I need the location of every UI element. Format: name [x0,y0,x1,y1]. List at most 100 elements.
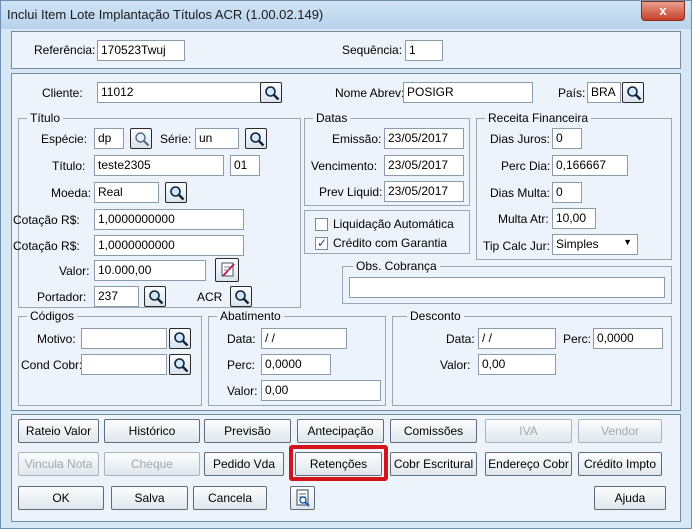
cliente-input[interactable]: 11012 [97,82,267,103]
abatimento-group-title: Abatimento [217,309,284,323]
datas-group-title: Datas [313,111,351,125]
endereco-cobr-button[interactable]: Endereço Cobr [485,452,572,476]
serie-search-button[interactable] [245,128,267,149]
multa-atr-input[interactable]: 10,00 [552,208,596,229]
abatimento-group: Abatimento Data: / / Perc: 0,0000 Valor:… [208,309,386,406]
abatimento-data-label: Data: [227,332,256,346]
cond-cobr-input[interactable] [81,354,167,375]
tip-calc-value: Simples [556,237,599,251]
prev-liquid-input[interactable]: 23/05/2017 [384,181,464,202]
cheque-button[interactable]: Cheque [104,452,200,476]
valor-input[interactable]: 10.000,00 [94,260,206,281]
emissao-input[interactable]: 23/05/2017 [384,128,464,149]
salva-button[interactable]: Salva [111,486,188,510]
perc-dia-label: Perc Dia: [501,159,551,173]
dias-juros-input[interactable]: 0 [552,128,582,149]
abatimento-data-input[interactable]: / / [261,328,347,349]
dialog-window: Inclui Item Lote Implantação Títulos ACR… [0,0,692,529]
desconto-group: Desconto Data: / / Perc: 0,0000 Valor: 0… [392,309,672,406]
pedido-vda-button[interactable]: Pedido Vda [204,452,284,476]
cotacao2-input[interactable]: 1,0000000000 [94,235,244,256]
rateio-valor-button[interactable]: Rateio Valor [18,419,99,443]
abatimento-valor-input[interactable]: 0,00 [261,380,381,401]
document-zoom-button[interactable] [290,486,315,510]
moeda-search-button[interactable] [165,182,187,203]
retencoes-highlight [289,445,388,481]
desconto-valor-input[interactable]: 0,00 [478,354,556,375]
datas-group: Datas Emissão: 23/05/2017 Vencimento: 23… [304,111,470,206]
search-icon [135,132,150,147]
comissoes-button[interactable]: Comissões [390,419,477,443]
pais-input[interactable]: BRA [587,82,621,103]
motivo-input[interactable] [81,328,167,349]
parcela-input[interactable]: 01 [230,155,260,176]
iva-button[interactable]: IVA [485,419,572,443]
liquidacao-checkbox[interactable] [315,218,328,231]
referencia-input[interactable]: 170523Twuj [97,40,185,61]
referencia-label: Referência: [34,43,96,57]
vencimento-input[interactable]: 23/05/2017 [384,155,464,176]
title-bar: Inclui Item Lote Implantação Títulos ACR… [1,1,691,29]
valor-edit-button[interactable] [215,258,239,282]
pais-search-button[interactable] [622,82,644,103]
carteira-search-button[interactable] [230,286,252,307]
especie-label: Espécie: [41,132,88,146]
sequencia-input[interactable]: 1 [405,40,443,61]
desconto-valor-label: Valor: [440,358,471,372]
cancela-button[interactable]: Cancela [193,486,267,510]
abatimento-perc-label: Perc: [227,358,256,372]
especie-input[interactable]: dp [94,128,124,149]
search-icon [174,332,189,347]
obs-group-title: Obs. Cobrança [353,259,440,273]
historico-button[interactable]: Histórico [104,419,200,443]
obs-input[interactable] [349,277,665,298]
titulo-input[interactable]: teste2305 [94,155,224,176]
search-icon [235,290,250,305]
abatimento-perc-input[interactable]: 0,0000 [261,354,331,375]
main-panel: Cliente: 11012 Nome Abrev: POSIGR País: … [11,73,681,411]
credito-checkbox[interactable] [315,236,328,250]
motivo-search-button[interactable] [169,328,191,349]
desconto-data-label: Data: [446,332,475,346]
motivo-label: Motivo: [37,332,76,346]
portador-label: Portador: [37,290,87,304]
prev-liquid-label: Prev Liquid: [319,185,383,199]
portador-input[interactable]: 237 [94,286,139,307]
codigos-group: Códigos Motivo: Cond Cobr: [18,309,202,406]
vincula-nota-button[interactable]: Vincula Nota [18,452,99,476]
desconto-perc-input[interactable]: 0,0000 [593,328,663,349]
ajuda-button[interactable]: Ajuda [594,486,666,510]
credito-label: Crédito com Garantia [333,236,448,250]
desconto-data-input[interactable]: / / [478,328,556,349]
antecipacao-button[interactable]: Antecipação [297,419,384,443]
header-panel: Referência: 170523Twuj Sequência: 1 [11,31,681,69]
cond-cobr-search-button[interactable] [169,354,191,375]
close-button[interactable]: x [641,1,685,21]
desconto-group-title: Desconto [407,309,464,323]
serie-input[interactable]: un [195,128,239,149]
dias-juros-label: Dias Juros: [490,132,551,146]
vendor-button[interactable]: Vendor [578,419,662,443]
cliente-search-button[interactable] [260,82,282,103]
tip-calc-select[interactable]: Simples ▼ [552,234,638,255]
previsao-button[interactable]: Previsão [204,419,291,443]
moeda-label: Moeda: [51,186,92,200]
receita-group: Receita Financeira Dias Juros: 0 Perc Di… [476,111,672,260]
cotacao1-input[interactable]: 1,0000000000 [94,209,244,230]
codigos-group-title: Códigos [27,309,78,323]
obs-group: Obs. Cobrança [342,259,672,304]
cobr-escritural-button[interactable]: Cobr Escritural [390,452,477,476]
portador-search-button[interactable] [144,286,166,307]
search-icon [170,186,185,201]
especie-search-button[interactable] [130,128,152,149]
credito-impto-button[interactable]: Crédito Impto [578,452,662,476]
perc-dia-input[interactable]: 0,166667 [552,155,628,176]
ok-button[interactable]: OK [18,486,104,510]
serie-label: Série: [160,132,192,146]
search-icon [627,86,642,101]
moeda-input[interactable]: Real [94,182,159,203]
nome-abrev-input[interactable]: POSIGR [403,82,533,103]
search-icon [265,86,280,101]
dias-multa-input[interactable]: 0 [552,182,582,203]
search-icon [174,358,189,373]
